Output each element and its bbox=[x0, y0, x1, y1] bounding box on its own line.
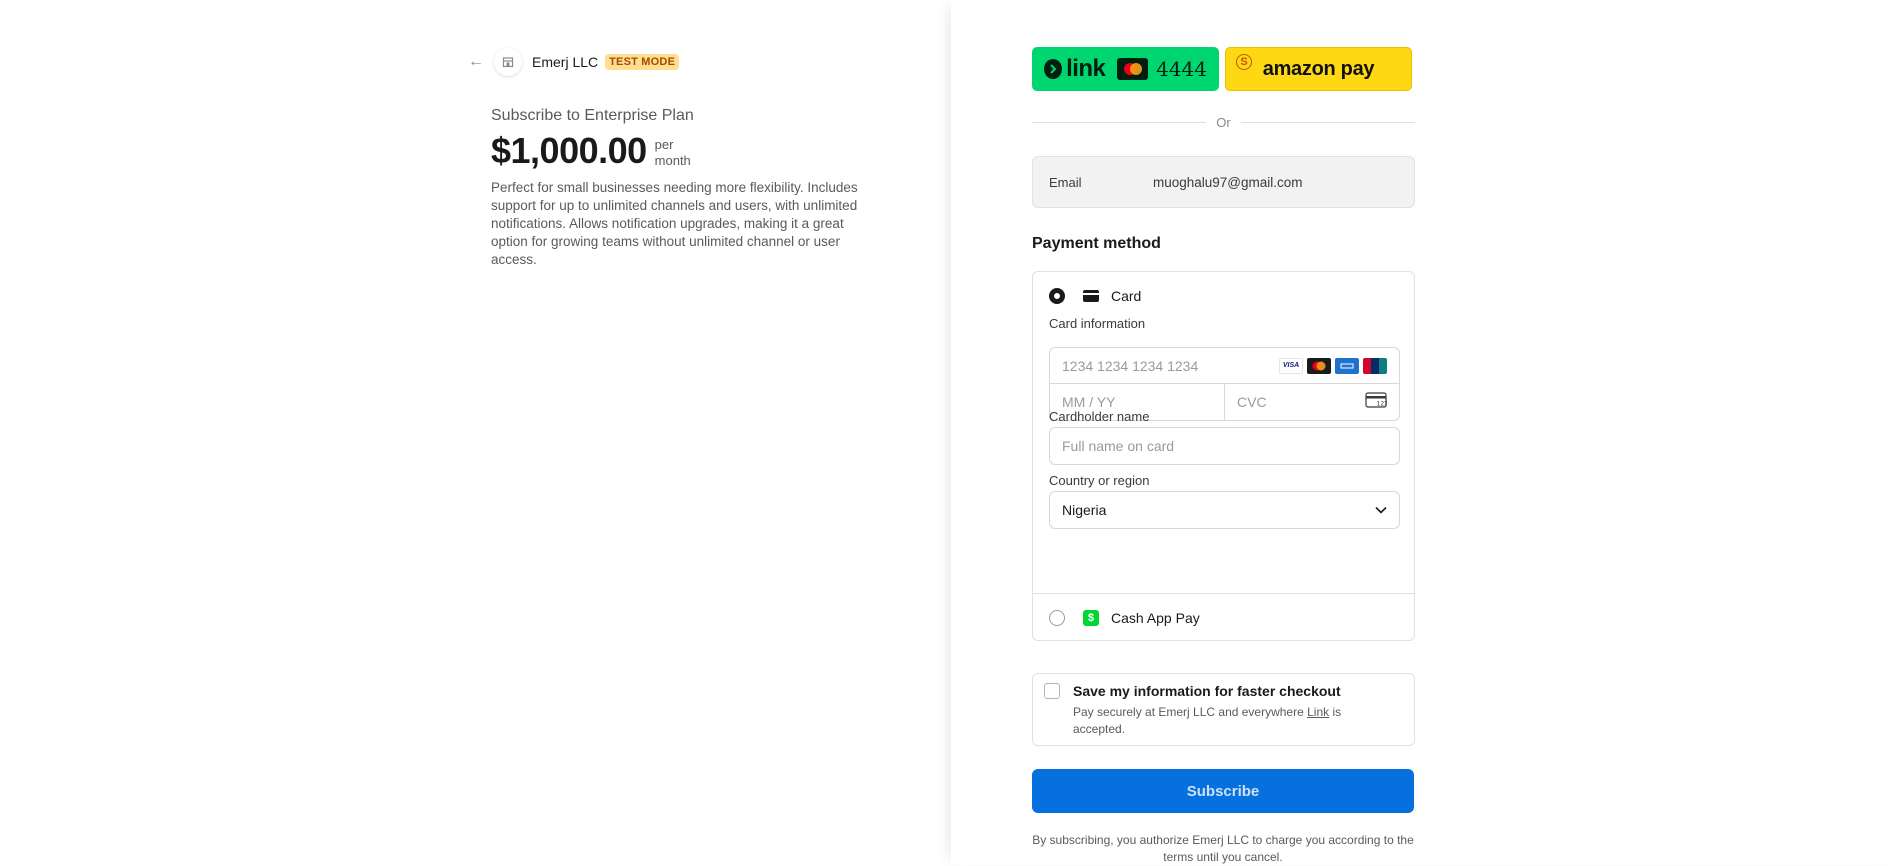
price-row: $1,000.00 per month bbox=[491, 131, 871, 171]
price: $1,000.00 bbox=[491, 130, 647, 171]
cash-app-label: Cash App Pay bbox=[1111, 609, 1200, 626]
cash-app-radio[interactable] bbox=[1049, 609, 1065, 626]
payment-method-title: Payment method bbox=[1032, 235, 1161, 252]
merchant-header: ← Emerj LLC TEST MODE bbox=[468, 48, 680, 76]
email-field[interactable]: Email muoghalu97@gmail.com bbox=[1032, 156, 1415, 208]
visa-icon: VISA bbox=[1279, 357, 1303, 374]
card-radio[interactable] bbox=[1049, 288, 1065, 304]
card-brands: VISA bbox=[1279, 357, 1387, 374]
divider-line bbox=[1032, 122, 1207, 123]
order-summary-pane: ← Emerj LLC TEST MODE Subscribe to Enter… bbox=[0, 0, 951, 865]
mastercard-icon bbox=[1307, 357, 1331, 374]
link-wordmark: link bbox=[1066, 55, 1106, 82]
credit-card-icon bbox=[1083, 290, 1099, 302]
product-description: Perfect for small businesses needing mor… bbox=[491, 180, 858, 267]
country-select[interactable]: Nigeria bbox=[1049, 491, 1400, 529]
amex-icon bbox=[1335, 357, 1359, 374]
cvc-icon-text: 123 bbox=[1377, 400, 1388, 407]
cardholder-placeholder: Full name on card bbox=[1062, 438, 1175, 454]
amazon-pay-button[interactable]: S amazon pay bbox=[1225, 47, 1412, 91]
card-number-placeholder: 1234 1234 1234 1234 bbox=[1062, 357, 1199, 374]
link-pay-button[interactable]: link 4444 bbox=[1032, 47, 1219, 91]
link-info-link[interactable]: Link bbox=[1307, 705, 1329, 719]
cardholder-name-label: Cardholder name bbox=[1049, 409, 1150, 424]
save-info-box: Save my information for faster checkout … bbox=[1032, 673, 1415, 746]
subscribe-button[interactable]: Subscribe bbox=[1032, 769, 1414, 813]
card-information-label: Card information bbox=[1049, 316, 1146, 331]
email-value[interactable]: muoghalu97@gmail.com bbox=[1153, 175, 1303, 190]
expiry-placeholder: MM / YY bbox=[1062, 394, 1116, 410]
billing-period: per month bbox=[655, 137, 691, 171]
cash-app-icon: $ bbox=[1083, 609, 1099, 626]
storefront-icon bbox=[494, 48, 522, 76]
link-logo-icon bbox=[1044, 59, 1063, 79]
test-mode-badge: TEST MODE bbox=[605, 54, 680, 70]
save-info-description: Pay securely at Emerj LLC and everywhere… bbox=[1073, 704, 1363, 738]
country-label: Country or region bbox=[1049, 473, 1150, 488]
payment-method-box: Card Card information 1234 1234 1234 123… bbox=[1032, 271, 1415, 641]
amazon-pay-wordmark: amazon pay bbox=[1262, 57, 1375, 80]
cvc-input[interactable]: CVC 123 bbox=[1225, 384, 1399, 420]
cash-app-pay-option[interactable]: $ Cash App Pay bbox=[1033, 593, 1414, 641]
legal-text: By subscribing, you authorize Emerj LLC … bbox=[1032, 833, 1414, 864]
or-divider: Or bbox=[1032, 115, 1416, 130]
or-label: Or bbox=[1216, 115, 1231, 130]
product-summary: Subscribe to Enterprise Plan $1,000.00 p… bbox=[491, 107, 871, 269]
save-info-title: Save my information for faster checkout bbox=[1073, 683, 1341, 699]
cardholder-name-input[interactable]: Full name on card bbox=[1049, 427, 1400, 465]
period-label: month bbox=[654, 153, 691, 168]
card-option-label: Card bbox=[1111, 288, 1142, 304]
wallet-buttons: link 4444 S amazon pay bbox=[1032, 47, 1412, 91]
link-card-last4: 4444 bbox=[1156, 57, 1207, 81]
mastercard-icon bbox=[1117, 58, 1149, 80]
cvc-placeholder: CVC bbox=[1237, 394, 1267, 410]
per-label: per bbox=[654, 137, 674, 152]
chevron-down-icon bbox=[1375, 501, 1387, 519]
cvc-card-icon: 123 bbox=[1365, 391, 1388, 413]
unionpay-icon bbox=[1363, 357, 1387, 374]
arrow-left-icon[interactable]: ← bbox=[468, 53, 486, 71]
card-number-input[interactable]: 1234 1234 1234 1234 VISA bbox=[1050, 348, 1399, 384]
card-option[interactable]: Card bbox=[1049, 288, 1141, 304]
merchant-name: Emerj LLC bbox=[532, 54, 599, 70]
product-title: Subscribe to Enterprise Plan bbox=[491, 107, 694, 124]
divider-line bbox=[1240, 122, 1416, 123]
save-info-prefix: Pay securely at Emerj LLC and everywhere bbox=[1073, 705, 1308, 719]
save-info-checkbox[interactable] bbox=[1044, 683, 1060, 699]
country-value: Nigeria bbox=[1062, 502, 1107, 518]
amazon-pay-badge-icon: S bbox=[1236, 54, 1252, 70]
email-label: Email bbox=[1049, 174, 1082, 190]
